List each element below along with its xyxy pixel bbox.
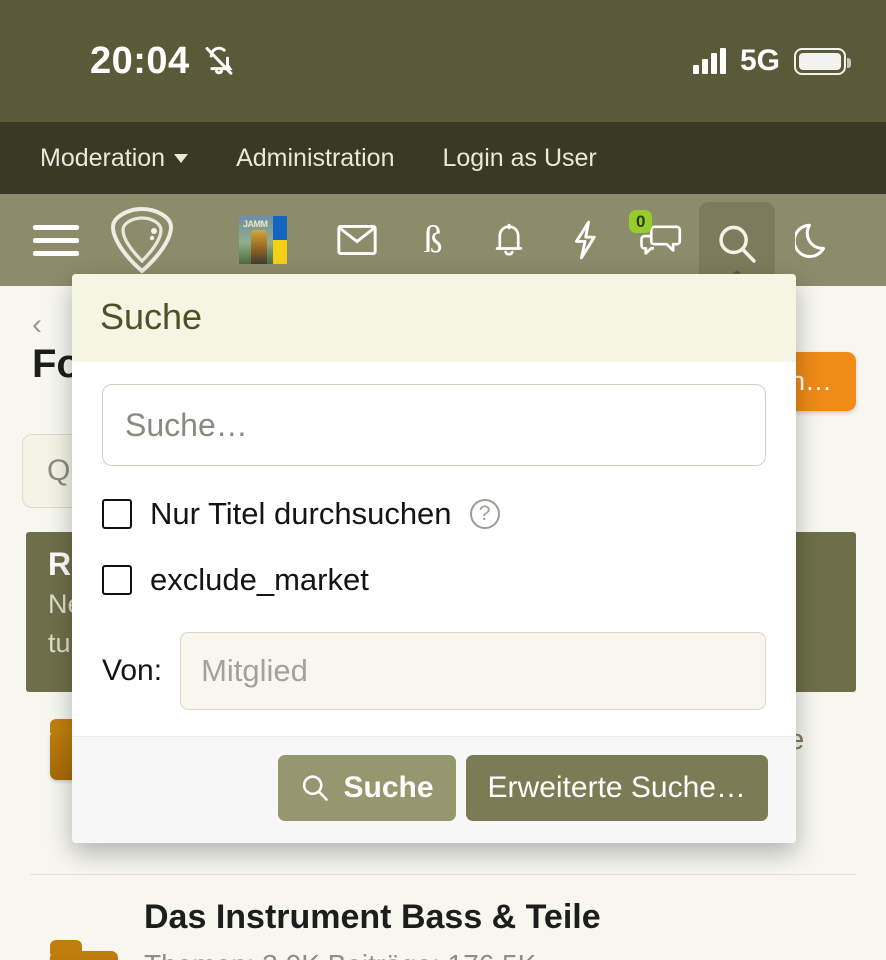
titles-only-checkbox[interactable] xyxy=(102,499,132,529)
modbar-label-login-as-user: Login as User xyxy=(442,143,597,172)
envelope-icon[interactable] xyxy=(319,194,395,286)
moon-icon[interactable] xyxy=(775,194,851,286)
ukraine-flag-icon xyxy=(273,216,287,264)
bell-slash-icon xyxy=(202,44,236,78)
breadcrumb-back[interactable]: ‹ xyxy=(32,308,42,342)
search-icon xyxy=(300,773,330,803)
section-title[interactable]: Das Instrument Bass & Teile xyxy=(0,898,886,937)
chat-badge-count: 0 xyxy=(629,210,653,234)
status-bar-right: 5G xyxy=(692,44,851,78)
status-time: 20:04 xyxy=(90,39,190,82)
guitar-pick-logo-icon[interactable] xyxy=(103,194,181,286)
section-stats: Themen: 3.0K Beiträge: 176.5K xyxy=(144,949,536,960)
hamburger-menu-icon[interactable] xyxy=(33,194,79,286)
exclude-market-row: exclude_market xyxy=(102,562,766,598)
search-dialog-title: Suche xyxy=(100,296,203,337)
signal-bars-icon xyxy=(692,48,726,74)
advanced-search-button[interactable]: Erweiterte Suche… xyxy=(465,755,768,821)
search-dialog: Suche Nur Titel durchsuchen ? exclude_ma… xyxy=(72,274,796,843)
advanced-search-label: Erweiterte Suche… xyxy=(487,771,746,804)
modbar-item-administration[interactable]: Administration xyxy=(236,144,394,173)
modbar-label-administration: Administration xyxy=(236,143,395,172)
from-user-row: Von: xyxy=(102,632,766,710)
chat-bubbles-icon[interactable]: 0 xyxy=(623,194,699,286)
bell-icon[interactable] xyxy=(471,194,547,286)
avatar[interactable]: JAMM xyxy=(239,216,287,264)
modbar-item-login-as-user[interactable]: Login as User xyxy=(442,144,596,173)
avatar-label: JAMM xyxy=(243,219,268,229)
modbar-label-moderation: Moderation xyxy=(40,143,166,172)
divider xyxy=(30,874,856,875)
network-label: 5G xyxy=(739,44,780,77)
exclude-market-label[interactable]: exclude_market xyxy=(150,562,369,598)
battery-full-icon xyxy=(794,47,851,75)
status-bar-left: 20:04 xyxy=(90,40,236,83)
moderation-bar: Moderation Administration Login as User xyxy=(0,122,886,194)
lightning-bolt-icon[interactable] xyxy=(547,194,623,286)
chevron-down-icon xyxy=(174,153,189,163)
search-dialog-body: Nur Titel durchsuchen ? exclude_market V… xyxy=(72,362,796,736)
app-root: 20:04 5G Moderation Administration Login xyxy=(0,0,886,960)
search-submit-label: Suche xyxy=(343,771,434,804)
avatar-figure xyxy=(251,230,267,264)
folder-icon xyxy=(50,940,118,960)
status-bar: 20:04 5G xyxy=(0,0,886,122)
question-mark-icon[interactable]: ? xyxy=(469,499,500,529)
modbar-item-moderation[interactable]: Moderation xyxy=(40,143,189,173)
titles-only-label[interactable]: Nur Titel durchsuchen xyxy=(150,496,452,532)
from-user-input[interactable] xyxy=(180,632,766,710)
titles-only-row: Nur Titel durchsuchen ? xyxy=(102,496,766,532)
exclude-market-checkbox[interactable] xyxy=(102,565,132,595)
search-submit-button[interactable]: Suche xyxy=(277,755,456,821)
search-dialog-header: Suche xyxy=(72,274,796,362)
section-header: Das Instrument Bass & Teile Themen: 3.0K… xyxy=(0,898,886,960)
beta-sharp-s-icon[interactable]: ß xyxy=(395,194,471,286)
search-dialog-footer: Suche Erweiterte Suche… xyxy=(72,736,796,843)
search-input[interactable] xyxy=(102,384,766,466)
navigation-bar: JAMM ß 0 xyxy=(0,194,886,286)
from-user-label: Von: xyxy=(102,654,163,687)
